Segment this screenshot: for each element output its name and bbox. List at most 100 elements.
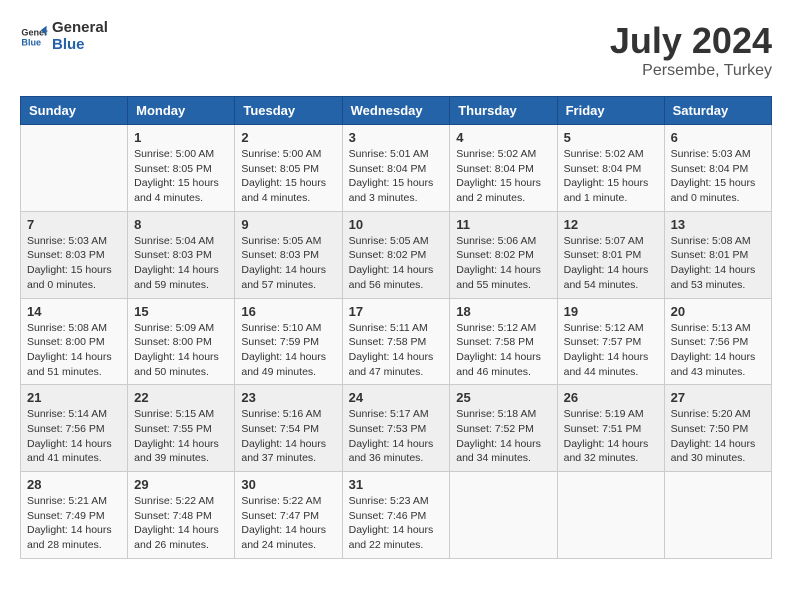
logo-general-text: General: [52, 20, 108, 37]
day-number: 15: [134, 304, 228, 319]
calendar-cell: [664, 472, 771, 559]
day-info: Sunrise: 5:13 AM Sunset: 7:56 PM Dayligh…: [671, 321, 765, 380]
day-info: Sunrise: 5:21 AM Sunset: 7:49 PM Dayligh…: [27, 494, 121, 553]
calendar-cell: 3 Sunrise: 5:01 AM Sunset: 8:04 PM Daylig…: [342, 125, 450, 212]
calendar-cell: [557, 472, 664, 559]
day-number: 19: [564, 304, 658, 319]
day-info: Sunrise: 5:04 AM Sunset: 8:03 PM Dayligh…: [134, 234, 228, 293]
day-info: Sunrise: 5:01 AM Sunset: 8:04 PM Dayligh…: [349, 147, 444, 206]
day-number: 9: [241, 217, 335, 232]
day-info: Sunrise: 5:20 AM Sunset: 7:50 PM Dayligh…: [671, 407, 765, 466]
logo-blue-text: Blue: [52, 37, 108, 54]
day-number: 1: [134, 130, 228, 145]
day-number: 22: [134, 390, 228, 405]
title-block: July 2024 Persembe, Turkey: [610, 20, 772, 80]
day-number: 2: [241, 130, 335, 145]
day-number: 21: [27, 390, 121, 405]
day-number: 3: [349, 130, 444, 145]
weekday-header-thursday: Thursday: [450, 97, 557, 125]
calendar-week-row: 1 Sunrise: 5:00 AM Sunset: 8:05 PM Daylig…: [21, 125, 772, 212]
day-number: 24: [349, 390, 444, 405]
calendar-cell: 27 Sunrise: 5:20 AM Sunset: 7:50 PM Dayli…: [664, 385, 771, 472]
calendar-cell: 13Sunrise: 5:08 AM Sunset: 8:01 PM Dayli…: [664, 211, 771, 298]
calendar-cell: 21Sunrise: 5:14 AM Sunset: 7:56 PM Dayli…: [21, 385, 128, 472]
weekday-header-monday: Monday: [128, 97, 235, 125]
calendar-week-row: 28Sunrise: 5:21 AM Sunset: 7:49 PM Dayli…: [21, 472, 772, 559]
day-number: 14: [27, 304, 121, 319]
day-info: Sunrise: 5:19 AM Sunset: 7:51 PM Dayligh…: [564, 407, 658, 466]
calendar-cell: [450, 472, 557, 559]
day-number: 13: [671, 217, 765, 232]
day-number: 18: [456, 304, 550, 319]
calendar-cell: 26 Sunrise: 5:19 AM Sunset: 7:51 PM Dayli…: [557, 385, 664, 472]
day-number: 6: [671, 130, 765, 145]
day-info: Sunrise: 5:12 AM Sunset: 7:57 PM Dayligh…: [564, 321, 658, 380]
day-info: Sunrise: 5:03 AM Sunset: 8:03 PM Dayligh…: [27, 234, 121, 293]
day-info: Sunrise: 5:05 AM Sunset: 8:03 PM Dayligh…: [241, 234, 335, 293]
month-year-title: July 2024: [610, 20, 772, 62]
calendar-week-row: 14Sunrise: 5:08 AM Sunset: 8:00 PM Dayli…: [21, 298, 772, 385]
calendar-cell: 29 Sunrise: 5:22 AM Sunset: 7:48 PM Dayli…: [128, 472, 235, 559]
day-number: 16: [241, 304, 335, 319]
calendar-cell: 11 Sunrise: 5:06 AM Sunset: 8:02 PM Dayli…: [450, 211, 557, 298]
day-number: 5: [564, 130, 658, 145]
day-number: 27: [671, 390, 765, 405]
day-info: Sunrise: 5:00 AM Sunset: 8:05 PM Dayligh…: [134, 147, 228, 206]
calendar-cell: 18 Sunrise: 5:12 AM Sunset: 7:58 PM Dayli…: [450, 298, 557, 385]
weekday-header-sunday: Sunday: [21, 97, 128, 125]
logo: General Blue General Blue: [20, 20, 108, 53]
calendar-cell: 17 Sunrise: 5:11 AM Sunset: 7:58 PM Dayli…: [342, 298, 450, 385]
calendar-cell: 12Sunrise: 5:07 AM Sunset: 8:01 PM Dayli…: [557, 211, 664, 298]
calendar-cell: 4Sunrise: 5:02 AM Sunset: 8:04 PM Daylig…: [450, 125, 557, 212]
calendar-cell: 30 Sunrise: 5:22 AM Sunset: 7:47 PM Dayli…: [235, 472, 342, 559]
day-info: Sunrise: 5:22 AM Sunset: 7:47 PM Dayligh…: [241, 494, 335, 553]
day-number: 7: [27, 217, 121, 232]
weekday-header-friday: Friday: [557, 97, 664, 125]
day-number: 23: [241, 390, 335, 405]
calendar-cell: 19 Sunrise: 5:12 AM Sunset: 7:57 PM Dayli…: [557, 298, 664, 385]
day-info: Sunrise: 5:05 AM Sunset: 8:02 PM Dayligh…: [349, 234, 444, 293]
calendar-cell: 28Sunrise: 5:21 AM Sunset: 7:49 PM Dayli…: [21, 472, 128, 559]
calendar-cell: 9 Sunrise: 5:05 AM Sunset: 8:03 PM Daylig…: [235, 211, 342, 298]
day-number: 17: [349, 304, 444, 319]
calendar-cell: 2 Sunrise: 5:00 AM Sunset: 8:05 PM Daylig…: [235, 125, 342, 212]
calendar-cell: 14Sunrise: 5:08 AM Sunset: 8:00 PM Dayli…: [21, 298, 128, 385]
weekday-header-saturday: Saturday: [664, 97, 771, 125]
calendar-cell: 8 Sunrise: 5:04 AM Sunset: 8:03 PM Daylig…: [128, 211, 235, 298]
day-number: 25: [456, 390, 550, 405]
day-info: Sunrise: 5:10 AM Sunset: 7:59 PM Dayligh…: [241, 321, 335, 380]
calendar-cell: 10 Sunrise: 5:05 AM Sunset: 8:02 PM Dayli…: [342, 211, 450, 298]
calendar-cell: 24 Sunrise: 5:17 AM Sunset: 7:53 PM Dayli…: [342, 385, 450, 472]
day-info: Sunrise: 5:15 AM Sunset: 7:55 PM Dayligh…: [134, 407, 228, 466]
page-header: General Blue General Blue July 2024 Pers…: [20, 20, 772, 80]
calendar-cell: 20 Sunrise: 5:13 AM Sunset: 7:56 PM Dayli…: [664, 298, 771, 385]
logo-icon: General Blue: [20, 23, 48, 51]
calendar-cell: 15 Sunrise: 5:09 AM Sunset: 8:00 PM Dayli…: [128, 298, 235, 385]
day-info: Sunrise: 5:23 AM Sunset: 7:46 PM Dayligh…: [349, 494, 444, 553]
day-info: Sunrise: 5:17 AM Sunset: 7:53 PM Dayligh…: [349, 407, 444, 466]
day-number: 30: [241, 477, 335, 492]
day-info: Sunrise: 5:16 AM Sunset: 7:54 PM Dayligh…: [241, 407, 335, 466]
day-number: 26: [564, 390, 658, 405]
day-info: Sunrise: 5:06 AM Sunset: 8:02 PM Dayligh…: [456, 234, 550, 293]
calendar-cell: [21, 125, 128, 212]
day-number: 20: [671, 304, 765, 319]
day-info: Sunrise: 5:00 AM Sunset: 8:05 PM Dayligh…: [241, 147, 335, 206]
day-number: 29: [134, 477, 228, 492]
calendar-cell: 23 Sunrise: 5:16 AM Sunset: 7:54 PM Dayli…: [235, 385, 342, 472]
day-number: 8: [134, 217, 228, 232]
calendar-cell: 25Sunrise: 5:18 AM Sunset: 7:52 PM Dayli…: [450, 385, 557, 472]
day-info: Sunrise: 5:09 AM Sunset: 8:00 PM Dayligh…: [134, 321, 228, 380]
day-info: Sunrise: 5:02 AM Sunset: 8:04 PM Dayligh…: [564, 147, 658, 206]
day-info: Sunrise: 5:12 AM Sunset: 7:58 PM Dayligh…: [456, 321, 550, 380]
day-info: Sunrise: 5:22 AM Sunset: 7:48 PM Dayligh…: [134, 494, 228, 553]
day-number: 4: [456, 130, 550, 145]
day-number: 10: [349, 217, 444, 232]
day-info: Sunrise: 5:11 AM Sunset: 7:58 PM Dayligh…: [349, 321, 444, 380]
weekday-header-row: SundayMondayTuesdayWednesdayThursdayFrid…: [21, 97, 772, 125]
calendar-cell: 5 Sunrise: 5:02 AM Sunset: 8:04 PM Daylig…: [557, 125, 664, 212]
calendar-cell: 7 Sunrise: 5:03 AM Sunset: 8:03 PM Daylig…: [21, 211, 128, 298]
day-number: 11: [456, 217, 550, 232]
day-info: Sunrise: 5:07 AM Sunset: 8:01 PM Dayligh…: [564, 234, 658, 293]
svg-text:Blue: Blue: [21, 37, 41, 47]
